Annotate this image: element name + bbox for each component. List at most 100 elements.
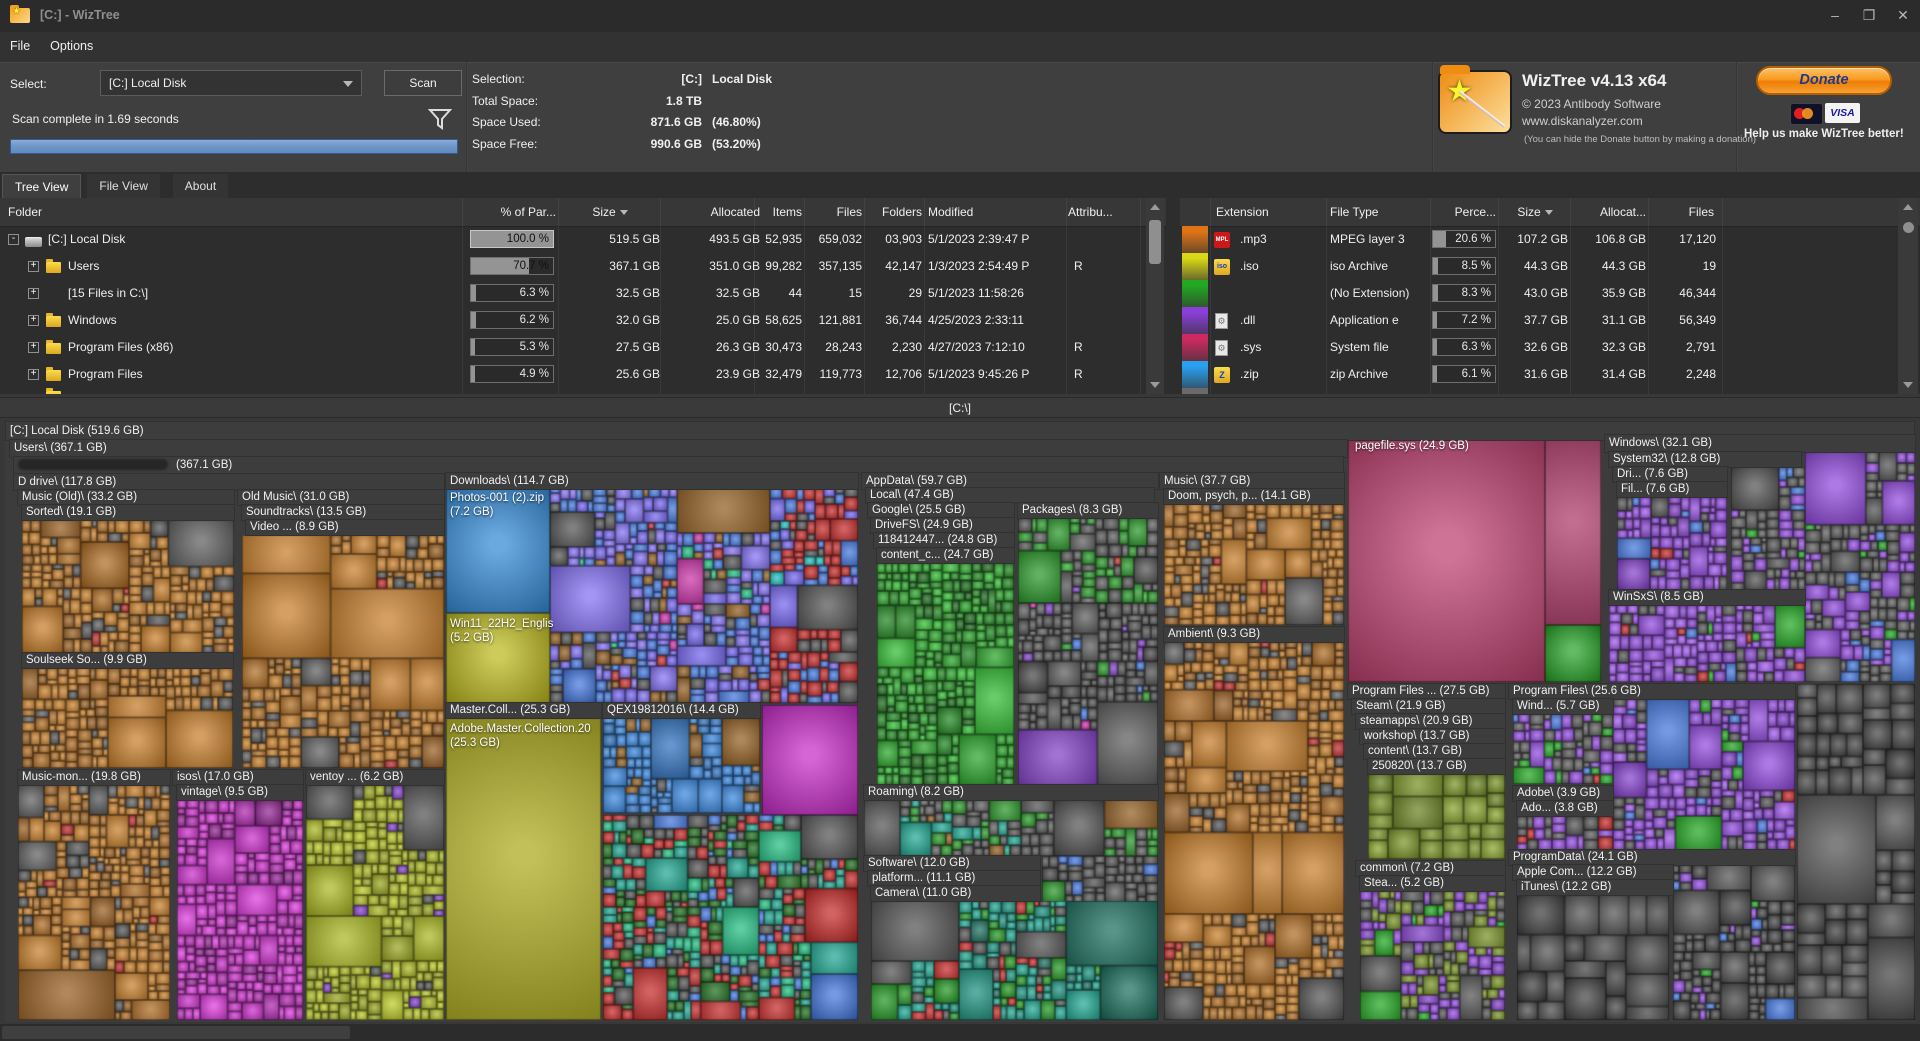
scrollbar-thumb[interactable] bbox=[1903, 222, 1914, 233]
table-row[interactable]: +[15 Files in C:\]6.3 %32.5 GB32.5 GB441… bbox=[0, 280, 1146, 307]
table-row[interactable]: (No Extension)8.3 %43.0 GB35.9 GB46,344 bbox=[1180, 280, 1920, 307]
treemap-label-qex[interactable]: QEX19812016\ (14.4 GB) bbox=[603, 703, 760, 718]
treemap-label-itunes[interactable]: iTunes\ (12.2 GB) bbox=[1517, 880, 1673, 895]
treemap-label-content[interactable]: content\ (13.7 GB) bbox=[1364, 744, 1505, 759]
treemap-label-mastercoll[interactable]: Master.Coll... (25.3 GB) bbox=[446, 703, 601, 718]
scroll-down-icon[interactable] bbox=[1150, 382, 1160, 388]
treemap-label-video[interactable]: Video ... (8.9 GB) bbox=[246, 520, 444, 535]
treemap-label-programdata[interactable]: ProgramData\ (24.1 GB) bbox=[1509, 850, 1795, 865]
table-row[interactable]: ⚙.sysSystem file6.3 %32.6 GB32.3 GB2,791 bbox=[1180, 334, 1920, 361]
treemap-label-local[interactable]: Local\ (47.4 GB) bbox=[866, 488, 1154, 503]
treemap-label-user_size[interactable]: (367.1 GB) bbox=[14, 457, 1343, 474]
table-row[interactable]: +Windows6.2 %32.0 GB25.0 GB58,625121,881… bbox=[0, 307, 1146, 334]
donate-button[interactable]: Donate bbox=[1756, 66, 1892, 95]
scroll-down-icon[interactable] bbox=[1903, 382, 1913, 388]
treemap-label-workshop[interactable]: workshop\ (13.7 GB) bbox=[1360, 729, 1505, 744]
treemap-label-ambient[interactable]: Ambient\ (9.3 GB) bbox=[1164, 627, 1344, 642]
treemap-label-sorted[interactable]: Sorted\ (19.1 GB) bbox=[22, 505, 234, 520]
tab-tree-view[interactable]: Tree View bbox=[2, 174, 81, 198]
treemap-label-contentc[interactable]: content_c... (24.7 GB) bbox=[877, 548, 1014, 563]
treemap-label-roaming[interactable]: Roaming\ (8.2 GB) bbox=[864, 785, 1158, 800]
treemap-label-drivefs[interactable]: DriveFS\ (24.9 GB) bbox=[871, 518, 1014, 533]
treemap-label-soulseek[interactable]: Soulseek So... (9.9 GB) bbox=[22, 653, 233, 668]
scroll-up-icon[interactable] bbox=[1150, 204, 1160, 210]
treemap-label-pf[interactable]: Program Files\ (25.6 GB) bbox=[1509, 684, 1795, 699]
table-row[interactable]: +Users70.7 %367.1 GB351.0 GB99,282357,13… bbox=[0, 253, 1146, 280]
treemap-label-ventoy[interactable]: ventoy ... (6.2 GB) bbox=[306, 770, 444, 785]
column-header-allocated[interactable]: Allocated bbox=[662, 198, 760, 226]
column-header-folder[interactable]: Folder bbox=[8, 198, 208, 226]
menu-item-file[interactable]: File bbox=[0, 32, 40, 60]
treemap-label-packages[interactable]: Packages\ (8.3 GB) bbox=[1018, 503, 1158, 518]
collapse-icon[interactable]: - bbox=[8, 234, 19, 245]
treemap-label-adobe[interactable]: Adobe\ (3.9 GB) bbox=[1513, 786, 1613, 801]
treemap-label-system32[interactable]: System32\ (12.8 GB) bbox=[1609, 452, 1801, 467]
filter-icon[interactable] bbox=[424, 104, 456, 134]
horizontal-scrollbar-thumb[interactable] bbox=[2, 1026, 350, 1039]
treemap-label-downloads[interactable]: Downloads\ (114.7 GB) bbox=[446, 473, 858, 489]
treemap-label-isos[interactable]: isos\ (17.0 GB) bbox=[173, 770, 303, 785]
tab-about[interactable]: About bbox=[173, 174, 228, 198]
treemap-label-music[interactable]: Music\ (37.7 GB) bbox=[1160, 473, 1344, 489]
treemap-label-musicold[interactable]: Music (Old)\ (33.2 GB) bbox=[18, 490, 234, 505]
scan-button[interactable]: Scan bbox=[384, 70, 462, 96]
column-header-extension[interactable]: Extension bbox=[1216, 198, 1316, 226]
treemap-label-steamapps[interactable]: steamapps\ (20.9 GB) bbox=[1356, 714, 1505, 729]
expand-icon[interactable]: + bbox=[28, 261, 39, 272]
column-header-filetype[interactable]: File Type bbox=[1330, 198, 1426, 226]
column-header-ofpar[interactable]: % of Par... bbox=[470, 198, 556, 226]
website-link[interactable]: www.diskanalyzer.com bbox=[1522, 114, 1643, 128]
treemap-label-oldmusic[interactable]: Old Music\ (31.0 GB) bbox=[238, 490, 444, 505]
table-row[interactable]: +Program Files (x86)5.3 %27.5 GB26.3 GB3… bbox=[0, 334, 1146, 361]
treemap-label-appdata[interactable]: AppData\ (59.7 GB) bbox=[862, 473, 1158, 489]
table-row[interactable]: MPL.mp3MPEG layer 320.6 %107.2 GB106.8 G… bbox=[1180, 226, 1920, 253]
column-header-files[interactable]: Files bbox=[806, 198, 862, 226]
treemap-label-n250820[interactable]: 250820\ (13.7 GB) bbox=[1368, 759, 1505, 774]
treemap-label-fil[interactable]: Fil... (7.6 GB) bbox=[1617, 482, 1727, 497]
treemap-label-wind[interactable]: Wind... (5.7 GB) bbox=[1513, 699, 1613, 714]
treemap-label-id118[interactable]: 118412447... (24.8 GB) bbox=[874, 533, 1014, 548]
treemap-label-vintage[interactable]: vintage\ (9.5 GB) bbox=[177, 785, 303, 800]
treemap-label-steam[interactable]: Steam\ (21.9 GB) bbox=[1352, 699, 1505, 714]
treemap-label-platform[interactable]: platform... (11.1 GB) bbox=[868, 871, 1040, 886]
column-header-modified[interactable]: Modified bbox=[928, 198, 1064, 226]
treemap-label-common[interactable]: common\ (7.2 GB) bbox=[1356, 861, 1505, 876]
treemap-label-ddrive[interactable]: D drive\ (117.8 GB) bbox=[14, 474, 444, 490]
menu-item-options[interactable]: Options bbox=[40, 32, 103, 60]
table-row[interactable]: ⚙.dllApplication e7.2 %37.7 GB31.1 GB56,… bbox=[1180, 307, 1920, 334]
column-header-items[interactable]: Items bbox=[756, 198, 802, 226]
table-row[interactable]: +Program Files4.9 %25.6 GB23.9 GB32,4791… bbox=[0, 361, 1146, 388]
expand-icon[interactable]: + bbox=[28, 342, 39, 353]
close-icon[interactable]: ✕ bbox=[1886, 0, 1920, 30]
treemap-label-ado[interactable]: Ado... (3.8 GB) bbox=[1517, 801, 1613, 816]
column-header-files[interactable]: Files bbox=[1650, 198, 1714, 226]
table-row[interactable]: -[C:] Local Disk100.0 %519.5 GB493.5 GB5… bbox=[0, 226, 1146, 253]
column-header-size[interactable]: Size bbox=[1504, 198, 1566, 226]
treemap-label-dri[interactable]: Dri... (7.6 GB) bbox=[1613, 467, 1727, 482]
column-header-size[interactable]: Size bbox=[560, 198, 660, 226]
expand-icon[interactable]: + bbox=[28, 288, 39, 299]
treemap-label-soundtracks[interactable]: Soundtracks\ (13.5 GB) bbox=[242, 505, 444, 520]
treemap-label-winsxs[interactable]: WinSxS\ (8.5 GB) bbox=[1609, 590, 1805, 605]
scroll-up-icon[interactable] bbox=[1903, 204, 1913, 210]
tab-file-view[interactable]: File View bbox=[87, 174, 159, 198]
treemap-label-windows[interactable]: Windows\ (32.1 GB) bbox=[1605, 435, 1915, 452]
treemap-label-camera[interactable]: Camera\ (11.0 GB) bbox=[871, 886, 1040, 901]
column-header-folders[interactable]: Folders bbox=[866, 198, 922, 226]
column-header-attribu[interactable]: Attribu... bbox=[1068, 198, 1138, 226]
treemap-label-google[interactable]: Google\ (25.5 GB) bbox=[868, 503, 1014, 518]
column-header-perce[interactable]: Perce... bbox=[1434, 198, 1496, 226]
table-row[interactable]: iso.isoiso Archive8.5 %44.3 GB44.3 GB19 bbox=[1180, 253, 1920, 280]
treemap-label-apple[interactable]: Apple Com... (12.2 GB) bbox=[1513, 865, 1673, 880]
treemap-label-software[interactable]: Software\ (12.0 GB) bbox=[864, 856, 1040, 871]
treemap-label-stea[interactable]: Stea... (5.2 GB) bbox=[1360, 876, 1505, 891]
treemap-label-pf86[interactable]: Program Files ... (27.5 GB) bbox=[1348, 684, 1505, 699]
restore-icon[interactable]: ❐ bbox=[1852, 0, 1886, 30]
scrollbar-thumb[interactable] bbox=[1149, 220, 1161, 264]
treemap-label-users[interactable]: Users\ (367.1 GB) bbox=[10, 440, 1347, 457]
treemap-label-musicmon[interactable]: Music-mon... (19.8 GB) bbox=[18, 770, 170, 785]
drive-dropdown[interactable]: [C:] Local Disk bbox=[100, 70, 362, 96]
column-header-allocat[interactable]: Allocat... bbox=[1574, 198, 1646, 226]
treemap-label-doom[interactable]: Doom, psych, p... (14.1 GB) bbox=[1164, 489, 1344, 504]
minimize-icon[interactable]: – bbox=[1818, 0, 1852, 30]
